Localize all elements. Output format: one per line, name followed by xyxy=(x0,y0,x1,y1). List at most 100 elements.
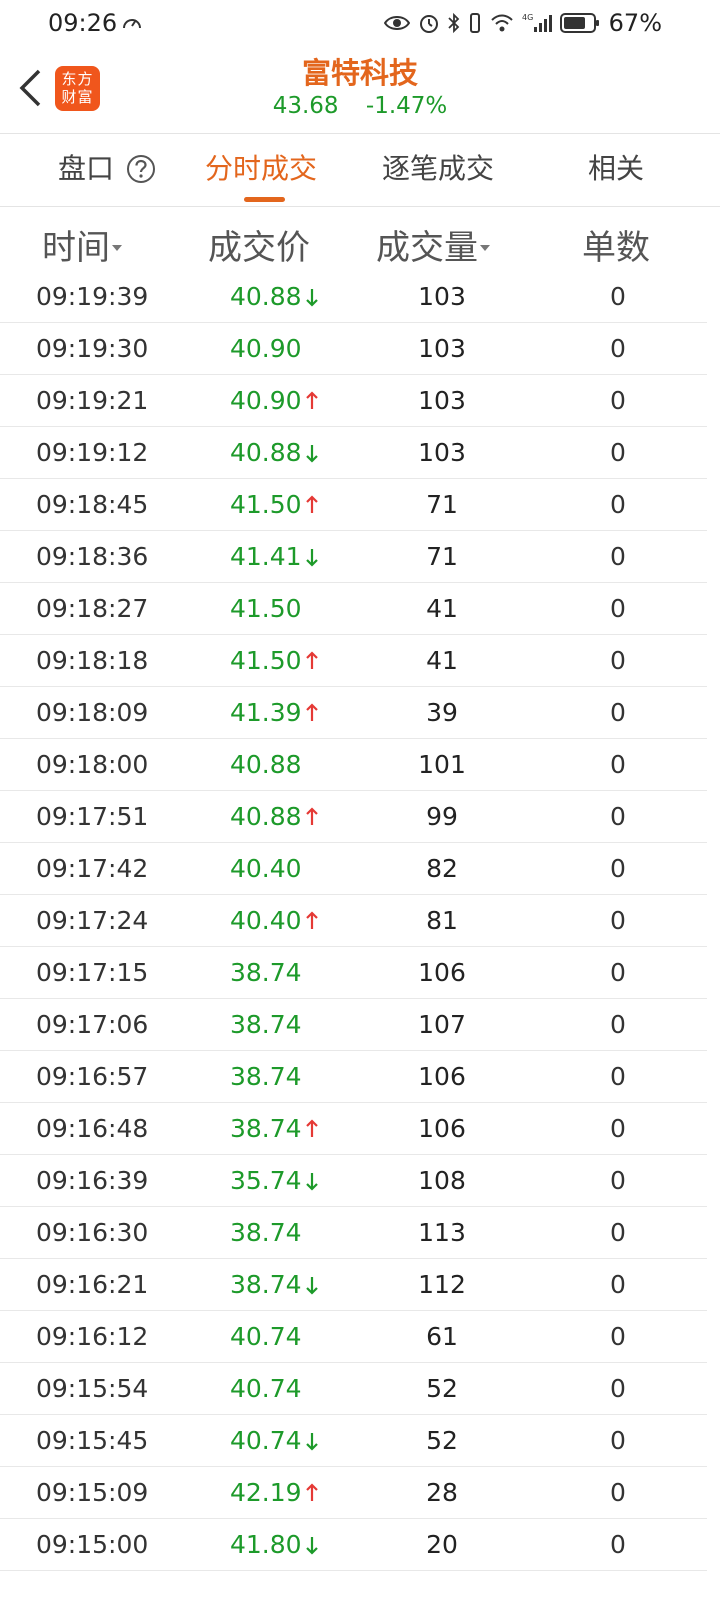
table-row: 09:15:54 40.74 52 0 xyxy=(0,1363,707,1415)
trade-price-value: 40.88 xyxy=(230,750,302,779)
trade-price: 35.74 xyxy=(230,1155,319,1206)
trade-time: 09:16:48 xyxy=(36,1114,149,1143)
arrow-down-icon xyxy=(305,1172,318,1191)
arrow-up-icon xyxy=(305,1482,318,1501)
trade-price: 41.41 xyxy=(230,531,319,582)
trade-volume: 41 xyxy=(426,594,458,623)
trade-time: 09:16:12 xyxy=(36,1322,149,1351)
tab-pankou[interactable]: 盘口 xyxy=(58,149,156,189)
status-time: 09:26 xyxy=(48,9,118,37)
arrow-down-icon xyxy=(305,288,318,307)
trade-time: 09:16:30 xyxy=(36,1218,149,1247)
status-bar: 09:26 4G 67% xyxy=(0,0,720,46)
arrow-up-icon xyxy=(305,702,318,721)
column-header-price: 成交价 xyxy=(208,228,310,268)
trade-price-value: 40.74 xyxy=(230,1426,302,1455)
trade-time: 09:15:54 xyxy=(36,1374,149,1403)
trade-count: 0 xyxy=(610,334,626,363)
trade-volume: 106 xyxy=(418,1114,466,1143)
trade-volume: 103 xyxy=(418,386,466,415)
table-row: 09:16:30 38.74 113 0 xyxy=(0,1207,707,1259)
tab-fenshi-chengjiao[interactable]: 分时成交 xyxy=(205,149,317,189)
column-header-volume[interactable]: 成交量 xyxy=(376,220,490,269)
table-header: 时间 成交价 成交量 单数 xyxy=(0,212,720,272)
trade-price: 41.39 xyxy=(230,687,319,738)
trade-volume: 112 xyxy=(418,1270,466,1299)
trade-price-value: 38.74 xyxy=(230,1218,302,1247)
table-row: 09:19:21 40.90 103 0 xyxy=(0,375,707,427)
trade-price-value: 40.90 xyxy=(230,386,302,415)
trade-price-value: 40.40 xyxy=(230,854,302,883)
trade-price: 38.74 xyxy=(230,1207,302,1258)
trade-volume: 61 xyxy=(426,1322,458,1351)
stock-change-pct: -1.47% xyxy=(365,93,448,119)
column-header-time[interactable]: 时间 xyxy=(42,220,122,269)
trade-price-value: 41.50 xyxy=(230,490,302,519)
trade-price: 41.50 xyxy=(230,479,319,530)
trade-count: 0 xyxy=(610,906,626,935)
table-row: 09:18:45 41.50 71 0 xyxy=(0,479,707,531)
trade-price: 40.74 xyxy=(230,1311,302,1362)
trade-price-value: 41.50 xyxy=(230,594,302,623)
column-header-count: 单数 xyxy=(582,228,650,268)
table-row: 09:19:39 40.88 103 0 xyxy=(0,271,707,323)
arrow-down-icon xyxy=(305,548,318,567)
trade-time: 09:18:27 xyxy=(36,594,149,623)
arrow-up-icon xyxy=(305,494,318,513)
eye-icon xyxy=(384,16,410,30)
trade-count: 0 xyxy=(610,698,626,727)
trade-price-value: 40.74 xyxy=(230,1374,302,1403)
arrow-down-icon xyxy=(305,1432,318,1451)
tab-xiangguan[interactable]: 相关 xyxy=(588,149,644,189)
trade-price-value: 41.80 xyxy=(230,1530,302,1559)
table-row: 09:18:18 41.50 41 0 xyxy=(0,635,707,687)
trade-volume: 106 xyxy=(418,1062,466,1091)
trade-price: 38.74 xyxy=(230,1103,319,1154)
trade-time: 09:17:42 xyxy=(36,854,149,883)
trade-time: 09:15:09 xyxy=(36,1478,149,1507)
trade-count: 0 xyxy=(610,386,626,415)
column-header-time-label: 时间 xyxy=(42,228,110,268)
table-row: 09:16:12 40.74 61 0 xyxy=(0,1311,707,1363)
trade-time: 09:18:00 xyxy=(36,750,149,779)
trade-price: 40.88 xyxy=(230,739,302,790)
trade-volume: 103 xyxy=(418,282,466,311)
trade-count: 0 xyxy=(610,438,626,467)
trade-count: 0 xyxy=(610,1322,626,1351)
stock-name: 富特科技 xyxy=(301,56,418,90)
trade-volume: 81 xyxy=(426,906,458,935)
trade-price-value: 38.74 xyxy=(230,1114,302,1143)
trade-price: 38.74 xyxy=(230,1051,302,1102)
trade-volume: 106 xyxy=(418,958,466,987)
trade-price: 38.74 xyxy=(230,947,302,998)
trade-volume: 52 xyxy=(426,1374,458,1403)
trade-price-value: 40.88 xyxy=(230,282,302,311)
status-icons: 4G xyxy=(384,10,600,36)
active-tab-indicator xyxy=(244,197,285,202)
table-row: 09:15:45 40.74 52 0 xyxy=(0,1415,707,1467)
trade-count: 0 xyxy=(610,1062,626,1091)
trade-time: 09:17:15 xyxy=(36,958,149,987)
trade-volume: 20 xyxy=(426,1530,458,1559)
trade-price-value: 40.40 xyxy=(230,906,302,935)
tab-zhubi-chengjiao[interactable]: 逐笔成交 xyxy=(382,149,494,189)
sort-caret-icon xyxy=(480,244,490,251)
table-row: 09:15:00 41.80 20 0 xyxy=(0,1519,707,1571)
trade-count: 0 xyxy=(610,854,626,883)
trade-volume: 107 xyxy=(418,1010,466,1039)
question-circle-icon[interactable] xyxy=(126,154,156,184)
trade-volume: 103 xyxy=(418,334,466,363)
trade-volume: 28 xyxy=(426,1478,458,1507)
stock-quote: 43.68 -1.47% xyxy=(0,93,720,119)
table-row: 09:19:30 40.90 103 0 xyxy=(0,323,707,375)
table-row: 09:15:09 42.19 28 0 xyxy=(0,1467,707,1519)
trade-price: 38.74 xyxy=(230,999,302,1050)
trade-count: 0 xyxy=(610,1114,626,1143)
trade-count: 0 xyxy=(610,1166,626,1195)
column-header-volume-label: 成交量 xyxy=(376,228,478,268)
tab-bar: 盘口 分时成交 逐笔成交 相关 xyxy=(0,135,720,207)
trade-volume: 103 xyxy=(418,438,466,467)
trade-list[interactable]: 09:19:39 40.88 103 0 09:19:30 40.90 103 0 09:19:… xyxy=(0,271,707,1571)
network-type: 4G xyxy=(522,13,533,22)
trade-count: 0 xyxy=(610,1530,626,1559)
